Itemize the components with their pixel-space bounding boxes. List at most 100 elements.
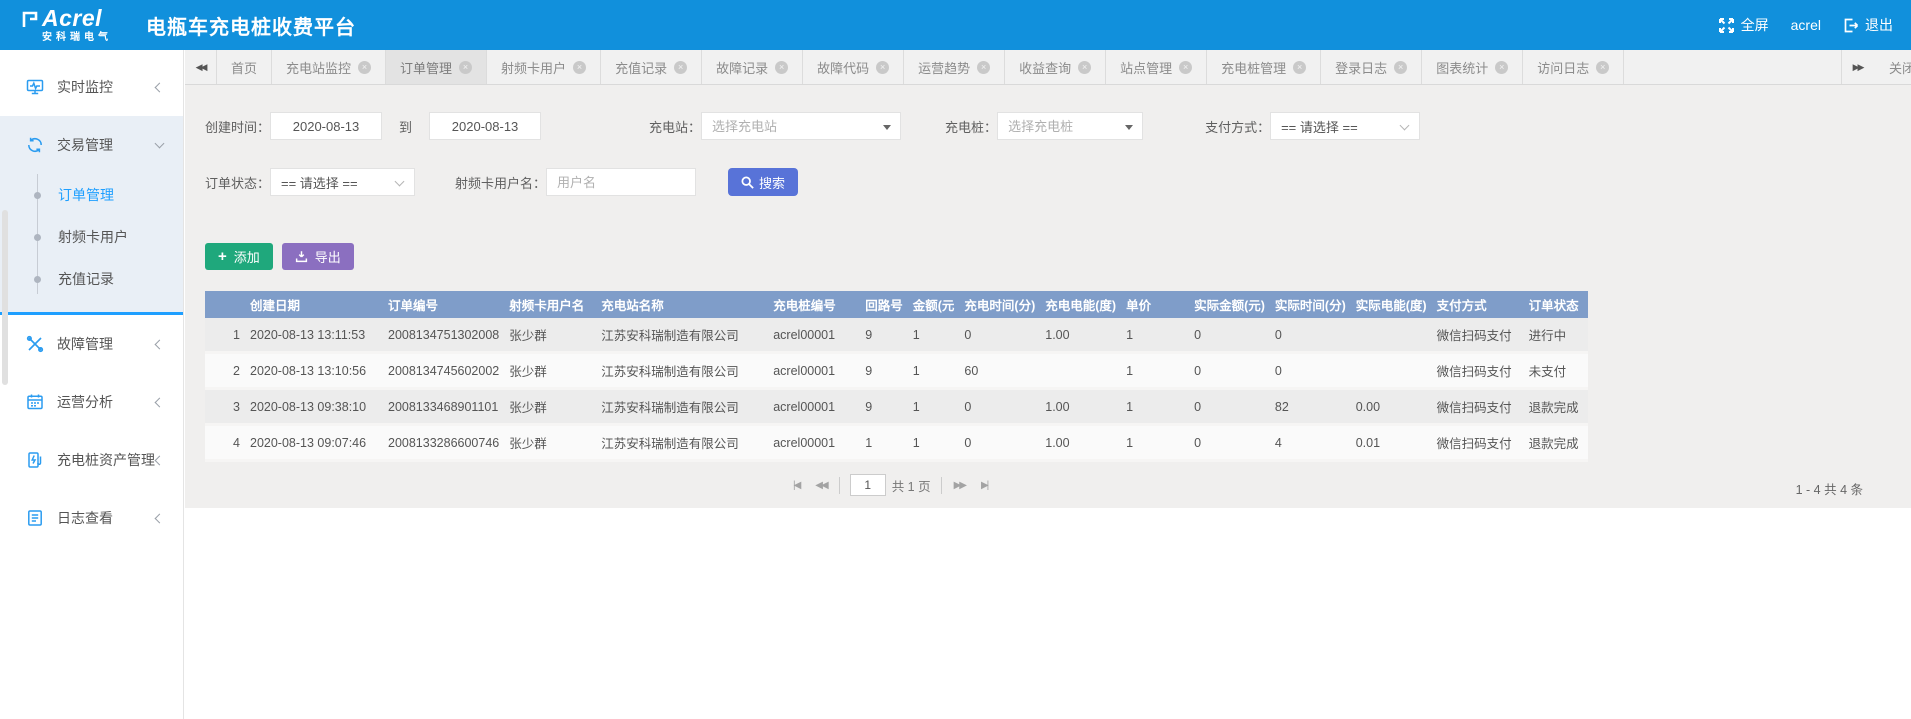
close-icon[interactable]: × [977, 61, 990, 74]
table-cell[interactable]: 2008133286600746 [383, 426, 504, 462]
table-cell[interactable]: 江苏安科瑞制造有限公司 [596, 426, 768, 462]
close-icon[interactable]: × [674, 61, 687, 74]
sidebar-item-operation-analysis[interactable]: 运营分析 [0, 373, 183, 431]
column-header[interactable]: 实际电能(度) [1351, 291, 1432, 318]
table-cell[interactable]: 2008133468901101 [383, 390, 504, 426]
tab-fault-codes[interactable]: 故障代码× [803, 50, 904, 84]
row-number-cell[interactable]: 4 [205, 426, 245, 462]
page-number-input[interactable] [850, 474, 886, 496]
table-cell[interactable]: 0 [959, 318, 1040, 354]
close-actions-button[interactable]: 关闭操作 [1873, 50, 1911, 84]
username-button[interactable]: acrel [1791, 17, 1821, 33]
column-header[interactable]: 订单编号 [383, 291, 504, 318]
station-combobox[interactable] [701, 112, 901, 140]
table-cell[interactable]: acrel00001 [768, 318, 860, 354]
station-combo-input[interactable] [702, 113, 900, 139]
table-cell[interactable]: 微信扫码支付 [1432, 318, 1524, 354]
tab-operation-trend[interactable]: 运营趋势× [904, 50, 1005, 84]
table-cell[interactable]: 1 [908, 354, 960, 390]
table-row[interactable]: 22020-08-13 13:10:562008134745602002张少群江… [205, 354, 1588, 390]
tab-chart-statistics[interactable]: 图表统计× [1422, 50, 1523, 84]
pile-combobox[interactable] [997, 112, 1143, 140]
table-cell[interactable]: 0.00 [1351, 390, 1432, 426]
close-icon[interactable]: × [1293, 61, 1306, 74]
table-row[interactable]: 12020-08-13 13:11:532008134751302008张少群江… [205, 318, 1588, 354]
sidebar-item-log-view[interactable]: 日志查看 [0, 489, 183, 547]
export-button[interactable]: 导出 [282, 243, 354, 270]
table-cell[interactable]: 9 [860, 390, 908, 426]
table-cell[interactable]: 0 [1189, 390, 1270, 426]
column-header[interactable]: 订单状态 [1524, 291, 1588, 318]
column-header[interactable]: 创建日期 [245, 291, 383, 318]
table-cell[interactable]: 微信扫码支付 [1432, 354, 1524, 390]
sidebar-item-fault-management[interactable]: 故障管理 [0, 315, 183, 373]
table-cell[interactable] [1351, 318, 1432, 354]
table-cell[interactable]: 进行中 [1524, 318, 1588, 354]
tab-rfid-card-users[interactable]: 射频卡用户× [487, 50, 601, 84]
table-row[interactable]: 42020-08-13 09:07:462008133286600746张少群江… [205, 426, 1588, 462]
close-icon[interactable]: × [1596, 61, 1609, 74]
close-icon[interactable]: × [358, 61, 371, 74]
table-cell[interactable]: 江苏安科瑞制造有限公司 [596, 354, 768, 390]
table-cell[interactable]: 1 [1121, 354, 1189, 390]
table-cell[interactable]: 0 [1189, 354, 1270, 390]
search-button[interactable]: 搜索 [728, 168, 798, 196]
tab-home[interactable]: 首页 [217, 50, 272, 84]
close-icon[interactable]: × [1394, 61, 1407, 74]
table-cell[interactable]: 退款完成 [1524, 426, 1588, 462]
table-cell[interactable]: 4 [1270, 426, 1351, 462]
table-cell[interactable]: 1 [860, 426, 908, 462]
tabs-scroll-right-button[interactable]: ▶▶ [1841, 50, 1873, 84]
table-cell[interactable]: 0.01 [1351, 426, 1432, 462]
column-header[interactable]: 实际时间(分) [1270, 291, 1351, 318]
table-cell[interactable]: 张少群 [504, 390, 596, 426]
table-cell[interactable]: 张少群 [504, 426, 596, 462]
table-cell[interactable]: 0 [1270, 318, 1351, 354]
tab-login-log[interactable]: 登录日志× [1321, 50, 1422, 84]
rfid-user-input[interactable] [546, 168, 696, 196]
table-cell[interactable]: 1 [1121, 318, 1189, 354]
tab-site-management[interactable]: 站点管理× [1106, 50, 1207, 84]
table-cell[interactable]: 张少群 [504, 354, 596, 390]
sidebar-subitem-order-management[interactable]: 订单管理 [0, 174, 183, 216]
sidebar-subitem-rfid-card-users[interactable]: 射频卡用户 [0, 216, 183, 258]
row-number-cell[interactable]: 1 [205, 318, 245, 354]
close-icon[interactable]: × [775, 61, 788, 74]
last-page-button[interactable]: ▶| [981, 480, 987, 491]
close-icon[interactable]: × [573, 61, 586, 74]
table-cell[interactable]: 1 [908, 426, 960, 462]
close-icon[interactable]: × [1495, 61, 1508, 74]
sidebar-item-realtime-monitor[interactable]: 实时监控 [0, 58, 183, 116]
tabs-scroll-left-button[interactable]: ◀◀ [185, 50, 217, 84]
table-cell[interactable]: 2008134751302008 [383, 318, 504, 354]
tab-fault-records[interactable]: 故障记录× [702, 50, 803, 84]
column-header[interactable]: 充电站名称 [596, 291, 768, 318]
table-cell[interactable]: 2020-08-13 13:11:53 [245, 318, 383, 354]
column-header[interactable]: 充电桩编号 [768, 291, 860, 318]
pay-method-select[interactable]: == 请选择 == [1270, 112, 1420, 140]
column-header[interactable]: 单价 [1121, 291, 1189, 318]
sidebar-subitem-recharge-records[interactable]: 充值记录 [0, 258, 183, 300]
tab-order-management[interactable]: 订单管理× [386, 50, 487, 84]
table-cell[interactable]: 微信扫码支付 [1432, 390, 1524, 426]
dropdown-arrow-icon[interactable] [1125, 125, 1133, 130]
table-cell[interactable]: 60 [959, 354, 1040, 390]
prev-page-button[interactable]: ◀◀ [815, 480, 826, 491]
sidebar-scrollbar[interactable] [2, 210, 8, 385]
column-header[interactable]: 回路号 [860, 291, 908, 318]
close-icon[interactable]: × [1078, 61, 1091, 74]
table-cell[interactable]: 1 [1121, 390, 1189, 426]
sidebar-item-pile-assets-management[interactable]: 充电桩资产管理 [0, 431, 183, 489]
table-row[interactable]: 32020-08-13 09:38:102008133468901101张少群江… [205, 390, 1588, 426]
close-icon[interactable]: × [1179, 61, 1192, 74]
table-cell[interactable]: 0 [1270, 354, 1351, 390]
column-header[interactable]: 实际金额(元) [1189, 291, 1270, 318]
table-cell[interactable] [1040, 354, 1121, 390]
pile-combo-input[interactable] [998, 113, 1142, 139]
row-number-cell[interactable]: 3 [205, 390, 245, 426]
column-header[interactable]: 支付方式 [1432, 291, 1524, 318]
table-cell[interactable]: acrel00001 [768, 390, 860, 426]
table-cell[interactable]: 82 [1270, 390, 1351, 426]
tab-pile-management[interactable]: 充电桩管理× [1207, 50, 1321, 84]
table-cell[interactable]: 江苏安科瑞制造有限公司 [596, 390, 768, 426]
